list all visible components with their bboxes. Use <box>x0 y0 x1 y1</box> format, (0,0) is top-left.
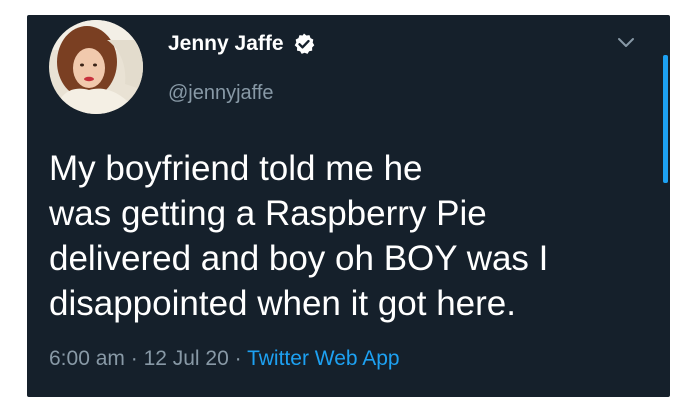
avatar[interactable] <box>49 20 143 114</box>
verified-badge-icon <box>292 32 316 56</box>
separator: · <box>124 347 144 370</box>
tweet-meta: 6:00 am · 12 Jul 20 · Twitter Web App <box>49 346 400 372</box>
display-name[interactable]: Jenny Jaffe <box>168 32 284 56</box>
scrollbar[interactable] <box>663 55 668 183</box>
chevron-down-icon[interactable] <box>616 36 636 50</box>
tweet-source-link[interactable]: Twitter Web App <box>247 347 400 370</box>
separator: · <box>228 347 248 370</box>
tweet-text: My boyfriend told me he was getting a Ra… <box>49 149 549 323</box>
author-name-row[interactable]: Jenny Jaffe <box>168 32 316 56</box>
user-handle[interactable]: @jennyjaffe <box>168 81 274 105</box>
tweet-time[interactable]: 6:00 am <box>49 347 125 370</box>
tweet-date[interactable]: 12 Jul 20 <box>144 347 229 370</box>
tweet-card: Jenny Jaffe @jennyjaffe My boyfriend tol… <box>27 15 670 397</box>
